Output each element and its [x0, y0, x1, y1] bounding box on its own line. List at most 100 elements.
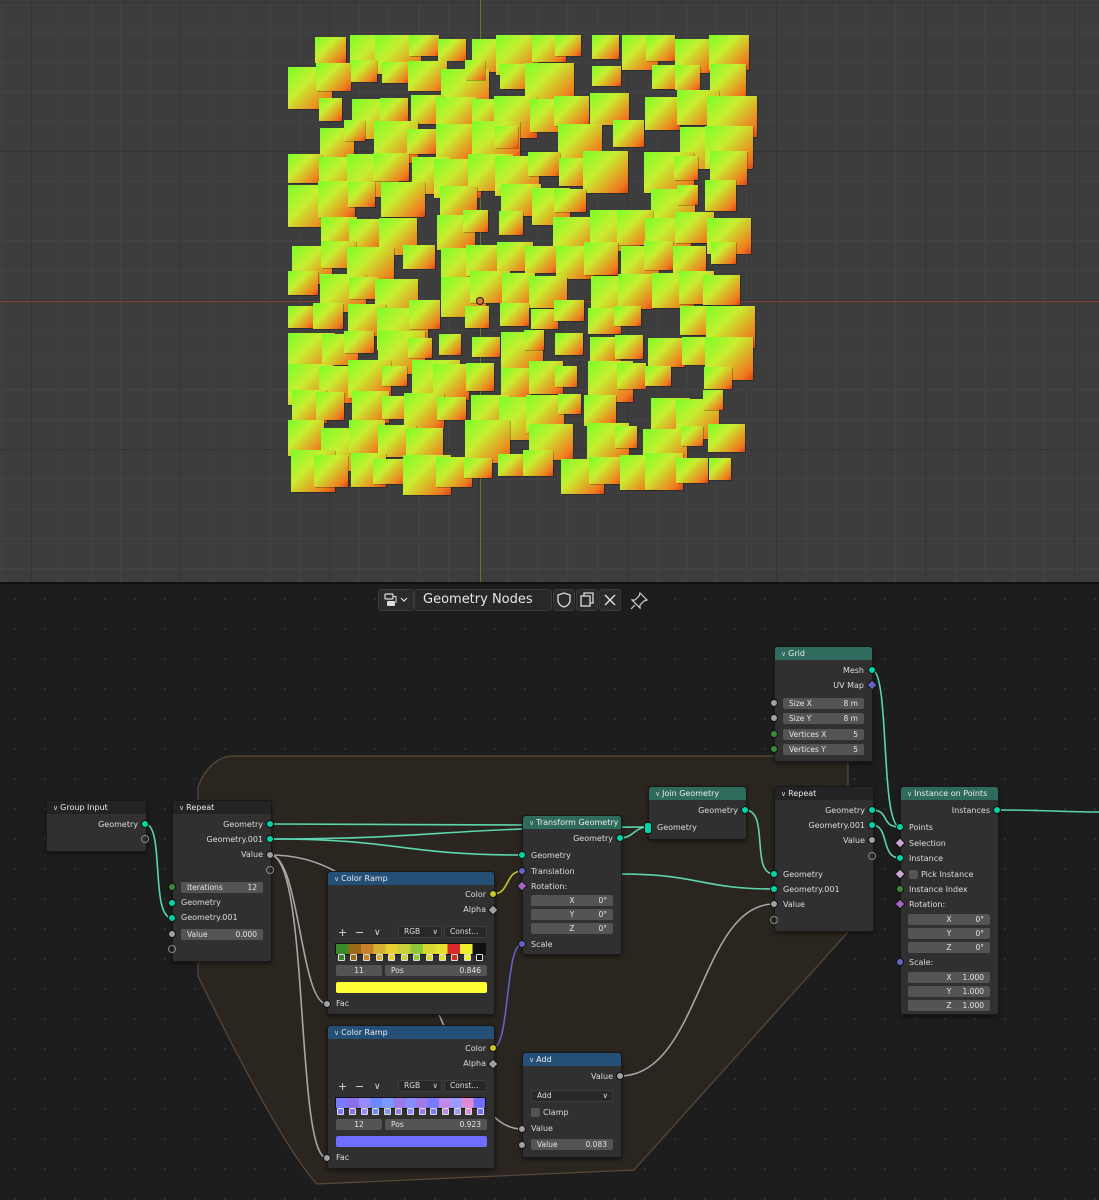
geometry-input-socket[interactable] [168, 899, 176, 907]
geometry-input-socket[interactable] [770, 870, 778, 878]
size-x-socket[interactable] [770, 699, 778, 707]
rotation-x-field[interactable]: X 0° [531, 895, 613, 906]
color-ramp-header[interactable]: ∨ Color Ramp [328, 1026, 494, 1039]
chevron-down-icon[interactable]: ∨ [374, 1081, 381, 1093]
chevron-down-icon[interactable]: ∨ [781, 650, 786, 658]
group-input-node[interactable]: ∨ Group Input Geometry [46, 800, 147, 852]
rotation-y-field[interactable]: Y 0° [908, 928, 990, 939]
instance-input-socket[interactable] [896, 854, 904, 862]
object-origin-icon[interactable] [476, 297, 484, 305]
scale-y-field[interactable]: Y 1.000 [908, 986, 990, 997]
empty-output-socket[interactable] [868, 852, 876, 860]
color-stop-marker[interactable] [350, 954, 358, 961]
translation-input-socket[interactable] [518, 867, 526, 875]
grid-node[interactable]: ∨ Grid Mesh UV Map Size X8 m Size Y8 m Ve… [774, 646, 873, 762]
value-input-socket[interactable] [168, 930, 176, 938]
color-stop-marker[interactable] [372, 1108, 380, 1115]
geometry-output-socket[interactable] [141, 820, 149, 828]
rotation-z-field[interactable]: Z 0° [908, 942, 990, 953]
value-output-socket[interactable] [266, 851, 274, 859]
color-stops[interactable] [335, 1108, 486, 1116]
vertices-y-field[interactable]: Vertices Y5 [783, 744, 864, 755]
math-add-node[interactable]: ∨ Add Value Add ∨ Clamp Value Value 0.083 [522, 1052, 622, 1158]
active-stop-color-swatch[interactable] [336, 982, 487, 993]
color-stop-marker[interactable] [438, 954, 446, 961]
mesh-output-socket[interactable] [868, 666, 876, 674]
empty-input-socket[interactable] [770, 916, 778, 924]
instance-on-points-node[interactable]: ∨ Instance on Points Instances Points Sel… [900, 786, 999, 1015]
iterations-socket[interactable] [168, 883, 176, 891]
value-field[interactable]: Value 0.083 [531, 1139, 613, 1150]
operation-dropdown[interactable]: Add ∨ [531, 1090, 613, 1102]
size-x-field[interactable]: Size X8 m [783, 698, 864, 709]
color-stop-marker[interactable] [383, 1108, 391, 1115]
geometry-multi-input-socket[interactable] [644, 822, 652, 834]
fac-input-socket[interactable] [323, 1000, 331, 1008]
active-stop-index-field[interactable]: 12 [336, 1119, 382, 1130]
color-ramp-node-1[interactable]: ∨ Color Ramp Color Alpha + − ∨ RGB ∨ Cons… [327, 871, 495, 1015]
empty-output-socket[interactable] [266, 866, 274, 874]
vertices-y-socket[interactable] [770, 745, 778, 753]
geometry-001-input-socket[interactable] [770, 885, 778, 893]
repeat-input-header[interactable]: ∨ Repeat [173, 801, 271, 814]
color-stops[interactable] [335, 954, 486, 962]
scale-input-socket[interactable] [518, 940, 526, 948]
grid-node-header[interactable]: ∨ Grid [775, 647, 872, 660]
color-stop-marker[interactable] [430, 1108, 438, 1115]
active-stop-index-field[interactable]: 11 [336, 965, 382, 976]
empty-output-socket[interactable] [141, 835, 149, 843]
vertices-x-field[interactable]: Vertices X5 [783, 729, 864, 740]
3d-viewport[interactable] [0, 0, 1099, 582]
repeat-output-header[interactable]: ∨ Repeat [775, 787, 873, 800]
value-field[interactable]: Value 0.000 [181, 929, 263, 940]
color-stop-marker[interactable] [418, 1108, 426, 1115]
color-stop-marker[interactable] [348, 1108, 356, 1115]
geometry-output-socket[interactable] [266, 820, 274, 828]
geometry-output-socket[interactable] [868, 806, 876, 814]
rotation-z-field[interactable]: Z 0° [531, 923, 613, 934]
clamp-checkbox[interactable] [531, 1108, 540, 1117]
math-add-header[interactable]: ∨ Add [523, 1053, 621, 1066]
add-stop-icon[interactable]: + [338, 927, 347, 939]
join-geometry-header[interactable]: ∨ Join Geometry [649, 787, 746, 800]
chevron-down-icon[interactable]: ∨ [655, 790, 660, 798]
color-stop-marker[interactable] [395, 1108, 403, 1115]
size-y-socket[interactable] [770, 714, 778, 722]
color-output-socket[interactable] [489, 890, 497, 898]
active-stop-color-swatch[interactable] [336, 1136, 487, 1147]
color-ramp-header[interactable]: ∨ Color Ramp [328, 872, 494, 885]
color-stop-marker[interactable] [453, 1108, 461, 1115]
chevron-down-icon[interactable]: ∨ [53, 804, 58, 812]
color-stop-marker[interactable] [413, 954, 421, 961]
scale-input-socket[interactable] [896, 958, 904, 966]
color-stop-marker[interactable] [425, 954, 433, 961]
value-input-socket[interactable] [518, 1141, 526, 1149]
empty-input-socket[interactable] [168, 945, 176, 953]
transform-geometry-node[interactable]: ∨ Transform Geometry Geometry Geometry Tr… [522, 815, 622, 955]
color-stop-marker[interactable] [363, 954, 370, 961]
points-input-socket[interactable] [896, 823, 904, 831]
value-output-socket[interactable] [868, 836, 876, 844]
group-input-header[interactable]: ∨ Group Input [47, 801, 146, 814]
chevron-down-icon[interactable]: ∨ [529, 819, 534, 827]
stop-position-field[interactable]: Pos 0.923 [385, 1119, 487, 1130]
stop-position-field[interactable]: Pos 0.846 [385, 965, 487, 976]
color-mode-dropdown[interactable]: RGB ∨ [398, 1080, 442, 1092]
interpolation-dropdown[interactable]: Const... [444, 926, 487, 938]
geometry-input-socket[interactable] [518, 851, 526, 859]
fac-input-socket[interactable] [323, 1154, 331, 1162]
vertices-x-socket[interactable] [770, 730, 778, 738]
color-stop-marker[interactable] [407, 1108, 414, 1115]
iterations-field[interactable]: Iterations 12 [181, 882, 263, 893]
geometry-001-output-socket[interactable] [868, 821, 876, 829]
chevron-down-icon[interactable]: ∨ [179, 804, 184, 812]
color-mode-dropdown[interactable]: RGB ∨ [398, 926, 442, 938]
interpolation-dropdown[interactable]: Const... [444, 1080, 487, 1092]
repeat-output-node[interactable]: ∨ Repeat Geometry Geometry.001 Value Geom… [774, 786, 874, 932]
color-stop-marker[interactable] [400, 954, 408, 961]
rotation-y-field[interactable]: Y 0° [531, 909, 613, 920]
pick-instance-checkbox[interactable] [909, 870, 918, 879]
instance-on-points-header[interactable]: ∨ Instance on Points [901, 787, 998, 800]
transform-geometry-header[interactable]: ∨ Transform Geometry [523, 816, 621, 829]
chevron-down-icon[interactable]: ∨ [374, 927, 381, 939]
